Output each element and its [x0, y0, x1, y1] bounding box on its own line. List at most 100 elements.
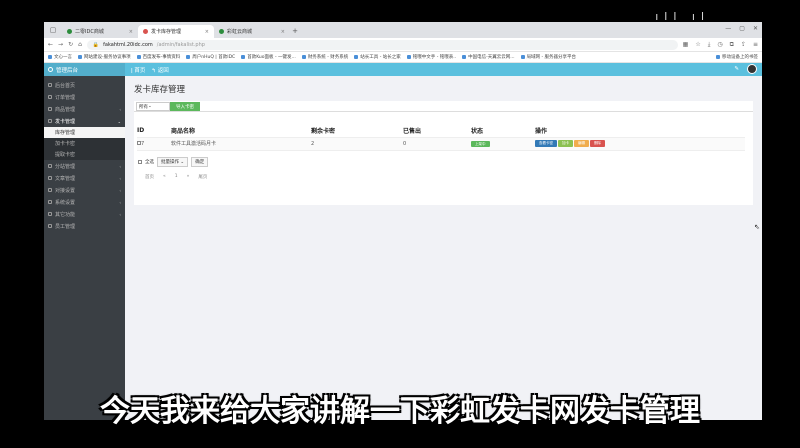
reload-icon[interactable]: ↻	[68, 41, 73, 48]
mobile-bookmarks[interactable]: 移动设备上的书签	[716, 54, 758, 60]
bookmark-icon	[462, 55, 467, 59]
chevron-left-icon: ‹	[119, 106, 121, 112]
import-card-button[interactable]: 导入卡密	[170, 102, 200, 111]
header-link-home[interactable]: ǀ 首页	[131, 66, 145, 74]
chevron-down-icon: ⌄	[117, 118, 121, 124]
sidebar-item-orders[interactable]: 订单管理	[44, 91, 125, 103]
close-tab-icon[interactable]: ×	[281, 29, 285, 35]
bookmark-icon	[48, 55, 52, 59]
close-tab-icon[interactable]: ×	[205, 29, 209, 35]
bookmark-item[interactable]: 中国电信-天翼云云网...	[462, 54, 515, 60]
select-all-label: 全选	[145, 159, 154, 165]
forward-icon[interactable]: →	[58, 41, 63, 48]
maximize-icon[interactable]: ▢	[739, 25, 745, 32]
close-window-icon[interactable]: ✕	[753, 25, 758, 32]
sidebar-item-dock[interactable]: 对接设置 ‹	[44, 184, 125, 196]
extensions-icon[interactable]: ⧉	[730, 41, 734, 49]
sitemap-icon	[48, 164, 52, 168]
window-controls: — ▢ ✕	[725, 25, 758, 32]
wrench-icon[interactable]: ✎	[734, 66, 739, 72]
chevron-left-icon: ‹	[119, 175, 121, 181]
sidebar-item-articles[interactable]: 文章管理 ‹	[44, 172, 125, 184]
home-icon	[48, 83, 52, 87]
folder-icon	[716, 55, 720, 59]
sidebar-item-other[interactable]: 其它功能 ‹	[44, 208, 125, 220]
bookmark-item[interactable]: 局域网 - 服务器分享平台	[520, 54, 576, 60]
avatar[interactable]	[747, 64, 757, 74]
view-cards-button[interactable]: 查看卡密	[535, 140, 557, 147]
filter-row: 所有 ⌄ 导入卡密	[134, 101, 753, 112]
home-icon[interactable]: ⌂	[78, 41, 82, 48]
edit-button[interactable]: 编辑	[574, 140, 589, 147]
history-icon[interactable]: ◷	[717, 41, 722, 49]
menu-icon[interactable]: ≡	[753, 41, 758, 49]
qr-icon[interactable]: ▦	[683, 41, 689, 49]
favicon-icon	[143, 29, 148, 34]
tab-label: 彩虹云商城	[227, 29, 253, 35]
col-ops: 操作	[535, 127, 548, 135]
delete-button[interactable]: 删除	[590, 140, 605, 147]
pager-next[interactable]: »	[187, 174, 190, 180]
tab-idc[interactable]: 二零IDC商城 ×	[62, 25, 138, 38]
close-tab-icon[interactable]: ×	[129, 29, 133, 35]
sidebar-item-system[interactable]: 系统设置 ‹	[44, 196, 125, 208]
download-icon[interactable]: ⤓	[708, 41, 711, 49]
pager-last[interactable]: 尾页	[198, 174, 207, 180]
lock-icon: 🔒	[92, 41, 100, 48]
bookmark-item[interactable]: 周户nHuQ | 首款IDC	[186, 54, 235, 60]
url-path: /admin/fakalist.php	[156, 41, 205, 48]
main-content: 发卡库存管理 所有 ⌄ 导入卡密 ID 商品名称 剩余卡密 已售出 状态 操作 …	[125, 76, 762, 420]
favicon-icon	[219, 29, 224, 34]
select-all-checkbox[interactable]	[138, 159, 142, 164]
bookmark-item[interactable]: 文心一言	[48, 54, 72, 60]
window-menu-icon[interactable]: ▢	[48, 25, 58, 35]
url-field[interactable]: 🔒 fakahtml.20idc.com/admin/fakalist.php	[86, 39, 678, 50]
bookmark-icon	[186, 55, 191, 59]
sidebar-item-goods[interactable]: 商品管理 ‹	[44, 103, 125, 115]
sidebar-item-substation[interactable]: 分站管理 ‹	[44, 160, 125, 172]
gear-icon	[48, 200, 52, 204]
bookmark-item[interactable]: 铭哦中文手 - 铭哦表..	[406, 54, 456, 60]
filter-select[interactable]: 所有 ⌄	[136, 102, 170, 111]
bookmark-icon	[136, 55, 141, 59]
new-tab-icon[interactable]: +	[290, 27, 300, 35]
sidebar-item-faka[interactable]: 发卡管理 ⌄	[44, 115, 125, 127]
bookmark-icon	[406, 55, 411, 59]
cart-icon	[48, 107, 52, 111]
batch-confirm-button[interactable]: 确定	[191, 156, 209, 167]
video-frame: ıll ıl ▢ 二零IDC商城 × 发卡库存管理 × 彩虹云商城 × + —	[0, 0, 800, 448]
bookmark-item[interactable]: 首款Kuo面板 - 一键发...	[241, 54, 296, 60]
status-badge[interactable]: 上架中	[471, 140, 490, 147]
share-icon[interactable]: ⇪	[741, 41, 746, 49]
pager-prev[interactable]: «	[163, 174, 166, 180]
sidebar-item-staff[interactable]: 员工管理	[44, 220, 125, 232]
tab-caihong[interactable]: 彩虹云商城 ×	[214, 25, 290, 38]
add-card-button[interactable]: 加卡	[558, 140, 573, 147]
sidebar-subitem-extract[interactable]: 提取卡密	[44, 149, 125, 160]
batch-action-select[interactable]: 批量操作 ⌄	[157, 156, 189, 167]
favicon-icon	[67, 29, 72, 34]
file-icon	[48, 176, 52, 180]
minimize-icon[interactable]: —	[725, 25, 731, 32]
bookmark-item[interactable]: 站长工具 - 站长之家	[354, 54, 401, 60]
sidebar-item-home[interactable]: 后台首页	[44, 79, 125, 91]
bookmark-item[interactable]: 财务系统 - 财务系统	[301, 54, 348, 60]
page-title: 发卡库存管理	[134, 84, 186, 95]
bookmark-icon	[354, 55, 359, 59]
brand[interactable]: 管理后台	[44, 63, 125, 76]
sidebar-subitem-addcard[interactable]: 加卡卡密	[44, 138, 125, 149]
star-icon[interactable]: ☆	[695, 41, 700, 49]
back-icon[interactable]: ←	[48, 41, 53, 48]
header-links: ǀ 首页 ↰ 返回	[125, 66, 169, 74]
bookmark-item[interactable]: 百度发布-事情资料	[136, 54, 180, 60]
header-link-back[interactable]: ↰ 返回	[151, 66, 168, 74]
col-name: 商品名称	[171, 127, 196, 135]
tab-fakakucun[interactable]: 发卡库存管理 ×	[138, 25, 214, 38]
pager-page[interactable]: 1	[175, 174, 178, 180]
sidebar-subitem-stock[interactable]: 库存管理	[44, 127, 125, 138]
bookmarks-bar: 文心一言 网站建设-服务协议事项 百度发布-事情资料 周户nHuQ | 首款ID…	[44, 52, 762, 63]
bookmark-icon	[520, 55, 525, 59]
pager-first[interactable]: 首页	[145, 174, 154, 180]
table-header: ID 商品名称 剩余卡密 已售出 状态 操作	[137, 124, 745, 137]
bookmark-item[interactable]: 网站建设-服务协议事项	[78, 54, 131, 60]
